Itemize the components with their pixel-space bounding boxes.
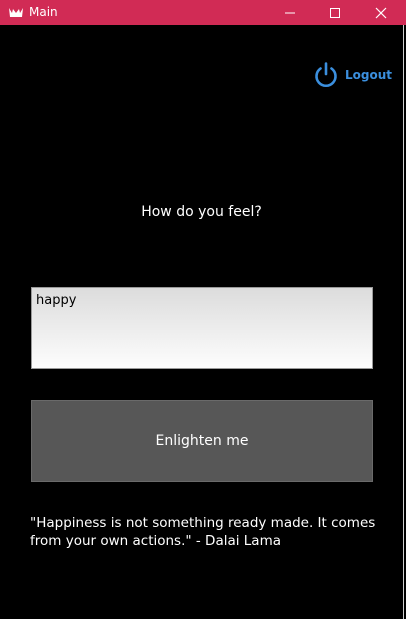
logout-label: Logout <box>345 68 393 82</box>
enlighten-button[interactable]: Enlighten me <box>31 400 373 482</box>
feeling-input[interactable]: happy <box>31 287 373 369</box>
title-bar[interactable]: Main <box>0 0 406 25</box>
feeling-prompt: How do you feel? <box>141 204 262 220</box>
minimize-icon <box>285 12 295 13</box>
close-icon <box>375 7 387 18</box>
maximize-icon <box>330 7 340 18</box>
close-button[interactable] <box>359 0 403 25</box>
minimize-button[interactable] <box>268 0 312 25</box>
maximize-button[interactable] <box>313 0 357 25</box>
main-window: Main Logout How do you feel? happy Enlig <box>0 0 406 619</box>
logout-button[interactable]: Logout <box>312 60 392 90</box>
window-edge <box>403 25 404 619</box>
app-icon <box>9 8 23 17</box>
quote-text: "Happiness is not something ready made. … <box>30 515 376 549</box>
power-icon <box>315 62 337 87</box>
window-title: Main <box>29 5 58 19</box>
